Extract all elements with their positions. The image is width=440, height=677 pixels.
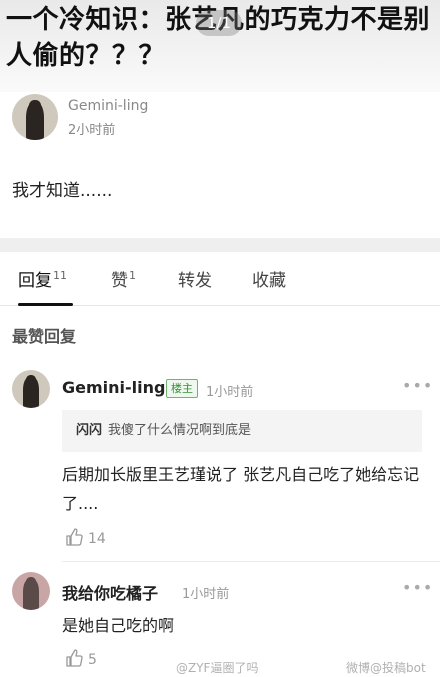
quoted-reply[interactable]: 闪闪 我傻了什么情况啊到底是 bbox=[62, 410, 422, 452]
comment-divider bbox=[62, 561, 440, 562]
top-replies-heading: 最赞回复 bbox=[12, 327, 77, 346]
avatar-figure-shape bbox=[23, 376, 39, 408]
like-button[interactable]: 14 bbox=[64, 527, 106, 551]
comment-author-name[interactable]: Gemini-ling bbox=[62, 378, 165, 397]
like-button[interactable]: 5 bbox=[64, 648, 97, 672]
tab-favorites-label: 收藏 bbox=[252, 271, 286, 291]
comment-avatar[interactable] bbox=[12, 370, 50, 408]
avatar-figure-shape bbox=[23, 578, 39, 610]
watermark: @ZYF逼圈了吗 bbox=[176, 661, 259, 675]
more-dots-icon[interactable]: ••• bbox=[402, 376, 433, 395]
tab-bar: 回复11 赞1 转发 收藏 bbox=[0, 256, 440, 306]
tab-reposts-label: 转发 bbox=[178, 271, 212, 291]
watermark: 微博@投稿bot bbox=[346, 661, 426, 675]
image-pager[interactable]: 1/1 bbox=[196, 10, 242, 36]
quoted-text: 我傻了什么情况啊到底是 bbox=[108, 423, 252, 438]
active-tab-indicator bbox=[18, 303, 73, 306]
tab-replies-label: 回复 bbox=[18, 271, 52, 291]
tab-favorites[interactable]: 收藏 bbox=[252, 266, 286, 291]
comment-timestamp: 1小时前 bbox=[182, 587, 230, 602]
post-timestamp: 2小时前 bbox=[68, 123, 116, 138]
more-dots-icon[interactable]: ••• bbox=[402, 578, 433, 597]
tab-likes-label: 赞 bbox=[111, 271, 128, 291]
tab-replies-count: 11 bbox=[53, 269, 67, 283]
comment-text: 是她自己吃的啊 bbox=[62, 616, 175, 635]
thumbs-up-icon bbox=[64, 527, 84, 551]
op-badge: 楼主 bbox=[166, 379, 198, 398]
tab-likes-count: 1 bbox=[129, 269, 136, 283]
author-avatar[interactable] bbox=[12, 94, 58, 140]
comment-author-name[interactable]: 我给你吃橘子 bbox=[62, 580, 158, 604]
tab-replies[interactable]: 回复11 bbox=[18, 266, 67, 291]
quoted-user[interactable]: 闪闪 bbox=[76, 423, 102, 438]
section-divider bbox=[0, 238, 440, 252]
tab-likes[interactable]: 赞1 bbox=[111, 266, 136, 291]
post-author-name[interactable]: Gemini-ling bbox=[68, 98, 148, 114]
like-count: 5 bbox=[88, 652, 97, 668]
tab-reposts[interactable]: 转发 bbox=[178, 266, 212, 291]
avatar-figure-shape bbox=[25, 102, 45, 140]
comment-avatar[interactable] bbox=[12, 572, 50, 610]
thumbs-up-icon bbox=[64, 648, 84, 672]
comment-timestamp: 1小时前 bbox=[206, 385, 254, 400]
like-count: 14 bbox=[88, 531, 106, 547]
post-body: 我才知道...... bbox=[12, 181, 113, 201]
comment-text: 后期加长版里王艺瑾说了 张艺凡自己吃了她给忘记了.... bbox=[62, 465, 420, 513]
post-header: 一个冷知识：张艺凡的巧克力不是别人偷的？？？ 1/1 bbox=[0, 0, 440, 92]
